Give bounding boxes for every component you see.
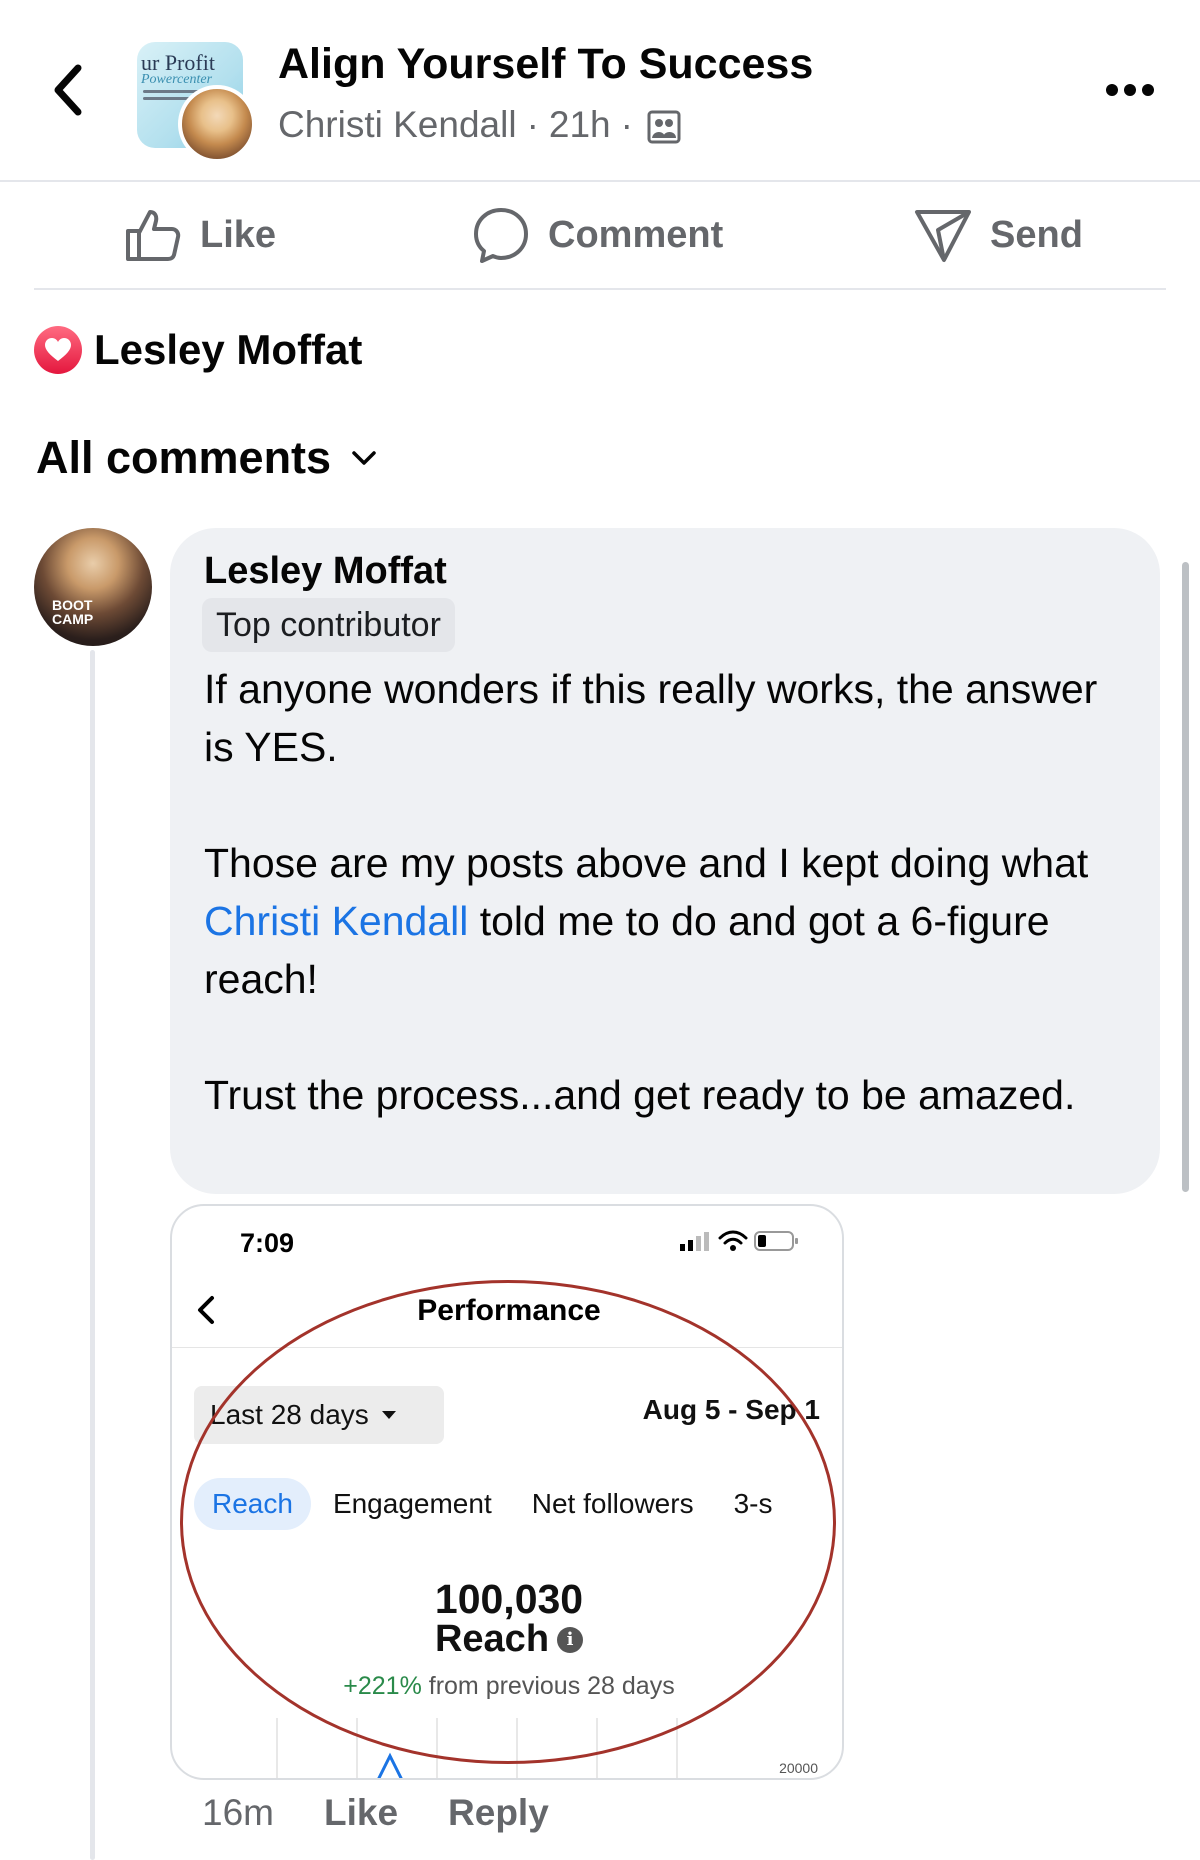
wifi-icon <box>718 1230 748 1251</box>
more-options-button[interactable] <box>1100 70 1160 110</box>
post-subtitle: Christi Kendall · 21h · <box>278 104 681 146</box>
chart-axis-label: 20000 <box>779 1760 818 1776</box>
author-avatar[interactable] <box>178 85 256 163</box>
comment-text-part: Those are my posts above and I kept doin… <box>204 840 1089 886</box>
comments-filter-dropdown[interactable]: All comments <box>36 432 377 484</box>
send-label: Send <box>990 213 1083 256</box>
comment-paragraph: If anyone wonders if this really works, … <box>204 666 1098 770</box>
love-reaction-icon <box>34 326 82 374</box>
comment-like-button[interactable]: Like <box>324 1792 398 1834</box>
comment-reply-button[interactable]: Reply <box>448 1792 549 1834</box>
scrollbar[interactable] <box>1182 562 1189 1192</box>
back-button[interactable] <box>42 60 92 120</box>
commenter-avatar[interactable]: BOOT CAMP <box>34 528 152 646</box>
comment-time[interactable]: 16m <box>202 1792 274 1834</box>
comment-text: If anyone wonders if this really works, … <box>204 660 1134 1124</box>
author-name[interactable]: Christi Kendall <box>278 104 517 146</box>
chevron-down-icon <box>352 451 376 465</box>
group-title[interactable]: Align Yourself To Success <box>278 40 813 89</box>
post-action-bar: Like Comment Send <box>34 184 1166 290</box>
comments-filter-label: All comments <box>36 432 332 483</box>
separator-dot: · <box>526 104 539 145</box>
signal-icon <box>680 1232 709 1251</box>
comment-bubble[interactable]: Lesley Moffat Top contributor If anyone … <box>170 528 1160 1194</box>
separator-dot: · <box>620 104 633 145</box>
chevron-left-icon <box>54 64 82 116</box>
mention-link[interactable]: Christi Kendall <box>204 898 468 944</box>
top-contributor-badge: Top contributor <box>202 598 455 652</box>
comment-button[interactable]: Comment <box>472 200 723 270</box>
thumbs-up-icon <box>126 210 181 261</box>
reaction-summary[interactable]: Lesley Moffat <box>34 326 362 374</box>
like-label: Like <box>200 213 277 256</box>
thread-line <box>90 650 95 1860</box>
post-time[interactable]: 21h <box>549 104 611 146</box>
comment-paragraph: Trust the process...and get ready to be … <box>204 1072 1076 1118</box>
more-dots-icon <box>1106 84 1154 96</box>
group-thumb-subtext: Powercenter <box>141 72 213 87</box>
attached-screenshot[interactable]: 7:09 Performance Last 28 days Aug 5 - Se… <box>170 1204 844 1780</box>
comment-bubble-icon <box>474 208 528 263</box>
status-icons <box>680 1230 800 1252</box>
status-time: 7:09 <box>240 1228 295 1258</box>
send-button[interactable]: Send <box>914 200 1083 270</box>
comment-paragraph: Those are my posts above and I kept doin… <box>204 834 1134 1008</box>
commenter-name[interactable]: Lesley Moffat <box>204 550 447 593</box>
group-privacy-icon <box>647 110 681 144</box>
red-circle-annotation <box>180 1280 836 1764</box>
battery-icon <box>754 1231 798 1251</box>
comment-actions: 16m Like Reply <box>202 1792 599 1834</box>
post-header: ur Profit Powercenter Align Yourself To … <box>0 0 1200 182</box>
send-icon <box>915 210 971 262</box>
avatar-text: BOOT CAMP <box>52 597 94 627</box>
comment-label: Comment <box>548 213 724 256</box>
like-button[interactable]: Like <box>124 200 276 270</box>
reaction-names: Lesley Moffat <box>94 326 363 373</box>
